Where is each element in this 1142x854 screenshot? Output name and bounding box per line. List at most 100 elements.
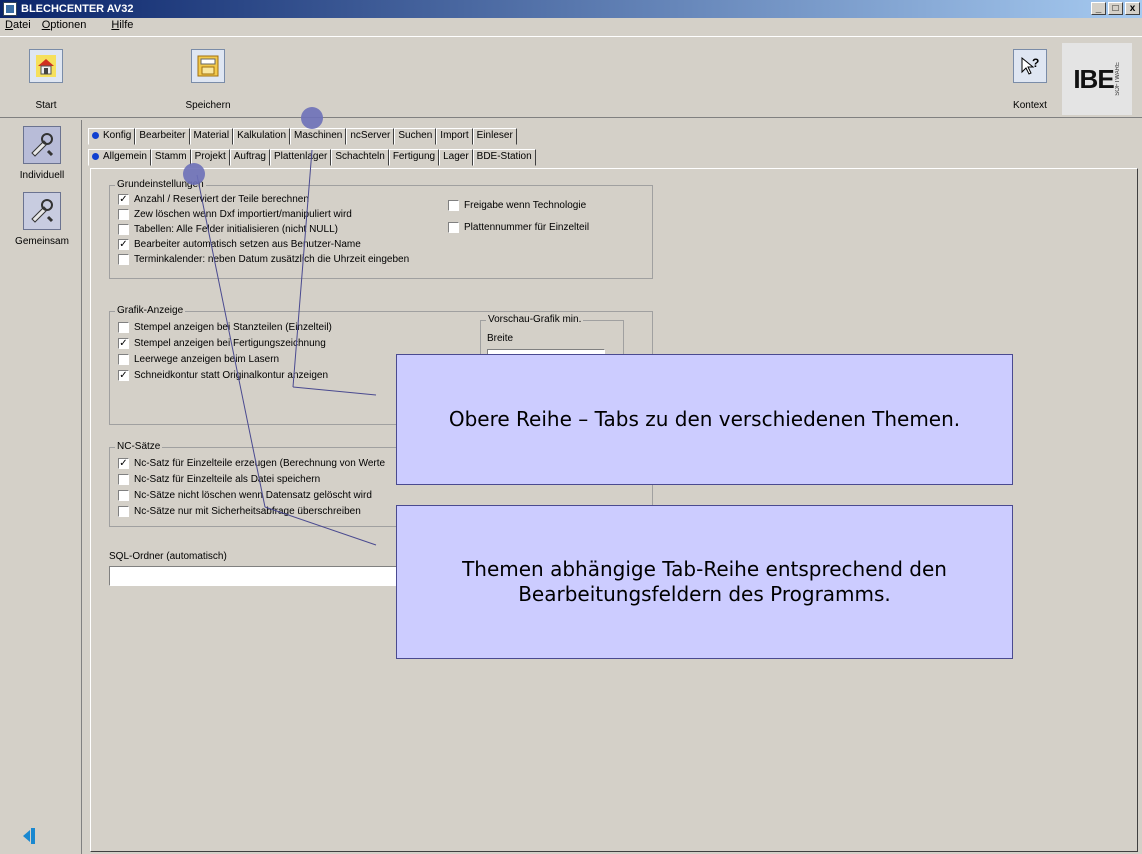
menu-optionen[interactable]: Optionen xyxy=(37,18,93,34)
tools-icon xyxy=(23,192,61,230)
tab-material[interactable]: Material xyxy=(189,128,234,145)
checkbox-label: Stempel anzeigen bei Stanzteilen (Einzel… xyxy=(134,322,332,333)
checkbox-zew-loeschen[interactable]: Zew löschen wenn Dxf importiert/manipuli… xyxy=(118,209,352,220)
checkbox-stempel-fertigung[interactable]: ✓ Stempel anzeigen bei Fertigungszeichnun… xyxy=(118,338,326,349)
menu-bar: Datei Optionen Hilfe xyxy=(0,18,1142,34)
checkbox-plattennummer[interactable]: Plattennummer für Einzelteil xyxy=(448,222,589,233)
sidebar-label-individuell: Individuell xyxy=(19,170,65,181)
start-button[interactable]: Start xyxy=(16,49,76,111)
checkbox-nc-nicht-loeschen[interactable]: Nc-Sätze nicht löschen wenn Datensatz ge… xyxy=(118,490,372,501)
checkbox-box xyxy=(118,490,129,501)
checkbox-freigabe[interactable]: Freigabe wenn Technologie xyxy=(448,200,586,211)
checkbox-nc-datei[interactable]: Nc-Satz für Einzelteile als Datei speich… xyxy=(118,474,320,485)
checkbox-tabellen-init[interactable]: Tabellen: Alle Felder initialisieren (ni… xyxy=(118,224,338,235)
callout-sub-row: Themen abhängige Tab-Reihe entsprechend … xyxy=(396,505,1013,659)
checkbox-label: Bearbeiter automatisch setzen aus Benutz… xyxy=(134,239,361,250)
checkbox-schneidkontur[interactable]: ✓ Schneidkontur statt Originalkontur anze… xyxy=(118,370,328,381)
tab-schachteln[interactable]: Schachteln xyxy=(331,149,389,166)
checkbox-box xyxy=(118,506,129,517)
tab-label: Konfig xyxy=(103,130,132,141)
tab-bearbeiter[interactable]: Bearbeiter xyxy=(135,128,190,145)
title-bar: BLECHCENTER AV32 _ □ x xyxy=(0,0,1142,18)
checkbox-label: Tabellen: Alle Felder initialisieren (ni… xyxy=(134,224,338,235)
window-title: BLECHCENTER AV32 xyxy=(21,3,134,15)
group-title: NC-Sätze xyxy=(115,441,163,452)
logo-subtext: SOFTWARE xyxy=(1114,62,1121,96)
tab-auftrag[interactable]: Auftrag xyxy=(229,149,270,166)
tab-suchen[interactable]: Suchen xyxy=(394,128,437,145)
home-icon xyxy=(29,49,63,83)
close-button[interactable]: x xyxy=(1125,2,1140,15)
checkbox-bearbeiter-auto[interactable]: ✓ Bearbeiter automatisch setzen aus Benut… xyxy=(118,239,361,250)
checkbox-anzahl-reserviert[interactable]: ✓ Anzahl / Reserviert der Teile berechnen xyxy=(118,194,309,205)
context-help-icon: ? xyxy=(1013,49,1047,83)
maximize-button[interactable]: □ xyxy=(1108,2,1123,15)
checkbox-box xyxy=(118,209,129,220)
checkbox-box: ✓ xyxy=(118,458,129,469)
app-icon xyxy=(3,2,17,16)
checkbox-label: Nc-Satz für Einzelteile erzeugen (Berech… xyxy=(134,458,386,469)
tab-fertigung[interactable]: Fertigung xyxy=(388,149,440,166)
checkbox-label: Terminkalender: neben Datum zusätzlich d… xyxy=(134,254,410,265)
tab-plattenlager[interactable]: Plattenlager xyxy=(269,149,332,166)
callout-text: Themen abhängige Tab-Reihe entsprechend … xyxy=(462,557,947,606)
checkbox-box xyxy=(118,254,129,265)
active-tab-dot-icon xyxy=(92,152,99,160)
breite-label: Breite xyxy=(487,333,514,344)
ibe-logo: IBE SOFTWARE xyxy=(1062,43,1132,115)
tools-icon xyxy=(23,126,61,164)
toolbar: Start Speichern ? Kontext IBE SOFTWARE xyxy=(0,36,1142,118)
tab-allgemein[interactable]: Allgemein xyxy=(88,149,151,166)
checkbox-box xyxy=(118,354,129,365)
tab-ncserver[interactable]: ncServer xyxy=(346,128,395,145)
checkbox-leerwege[interactable]: Leerwege anzeigen beim Lasern xyxy=(118,354,279,365)
callout-top-row: Obere Reihe – Tabs zu den verschiedenen … xyxy=(396,354,1013,485)
context-button[interactable]: ? Kontext xyxy=(1000,49,1060,111)
sql-ordner-label: SQL-Ordner (automatisch) xyxy=(109,551,227,562)
checkbox-label: Nc-Sätze nicht löschen wenn Datensatz ge… xyxy=(134,490,372,501)
checkbox-terminkalender[interactable]: Terminkalender: neben Datum zusätzlich d… xyxy=(118,254,409,265)
tab-bde-station[interactable]: BDE-Station xyxy=(472,149,536,166)
sidebar-item-individuell[interactable]: Individuell xyxy=(14,126,70,181)
main-area: Konfig Bearbeiter Material Kalkulation M… xyxy=(88,124,1142,854)
window-controls: _ □ x xyxy=(1091,2,1140,15)
annotation-marker-top xyxy=(301,107,323,129)
checkbox-label: Nc-Sätze nur mit Sicherheitsabfrage über… xyxy=(134,506,361,517)
checkbox-label: Plattennummer für Einzelteil xyxy=(464,222,590,233)
tab-maschinen[interactable]: Maschinen xyxy=(290,128,347,145)
checkbox-box: ✓ xyxy=(118,239,129,250)
sidebar: Individuell Gemeinsam xyxy=(0,120,82,854)
group-grundeinstellungen: Grundeinstellungen ✓ Anzahl / Reserviert … xyxy=(109,179,653,279)
checkbox-label: Freigabe wenn Technologie xyxy=(464,200,587,211)
sub-tab-row: Allgemein Stamm Projekt Auftrag Plattenl… xyxy=(88,149,536,167)
save-button[interactable]: Speichern xyxy=(178,49,238,111)
checkbox-box: ✓ xyxy=(118,194,129,205)
save-icon xyxy=(191,49,225,83)
annotation-marker-sub xyxy=(183,163,205,185)
tab-lager[interactable]: Lager xyxy=(439,149,473,166)
start-label: Start xyxy=(35,100,57,111)
checkbox-stempel-stanz[interactable]: Stempel anzeigen bei Stanzteilen (Einzel… xyxy=(118,322,332,333)
checkbox-box: ✓ xyxy=(118,370,129,381)
callout-text: Obere Reihe – Tabs zu den verschiedenen … xyxy=(448,407,961,431)
menu-hilfe[interactable]: Hilfe xyxy=(106,18,139,34)
group-title: Grafik-Anzeige xyxy=(115,305,186,316)
tab-kalkulation[interactable]: Kalkulation xyxy=(233,128,290,145)
checkbox-nc-erzeugen[interactable]: ✓ Nc-Satz für Einzelteile erzeugen (Berec… xyxy=(118,458,385,469)
checkbox-label: Stempel anzeigen bei Fertigungszeichnung xyxy=(134,338,326,349)
tab-stamm[interactable]: Stamm xyxy=(150,149,191,166)
checkbox-box xyxy=(448,200,459,211)
checkbox-box xyxy=(118,322,129,333)
minimize-button[interactable]: _ xyxy=(1091,2,1106,15)
sidebar-item-gemeinsam[interactable]: Gemeinsam xyxy=(14,192,70,247)
top-tab-row: Konfig Bearbeiter Material Kalkulation M… xyxy=(88,128,517,146)
menu-datei[interactable]: Datei xyxy=(0,18,37,34)
tab-einleser[interactable]: Einleser xyxy=(472,128,517,145)
checkbox-nc-sicherheit[interactable]: Nc-Sätze nur mit Sicherheitsabfrage über… xyxy=(118,506,361,517)
tab-import[interactable]: Import xyxy=(436,128,473,145)
tab-konfig[interactable]: Konfig xyxy=(88,128,136,145)
logo-text: IBE xyxy=(1073,63,1114,94)
checkbox-box: ✓ xyxy=(118,338,129,349)
exit-arrow-icon[interactable] xyxy=(22,826,38,844)
tab-label: Allgemein xyxy=(103,151,147,162)
